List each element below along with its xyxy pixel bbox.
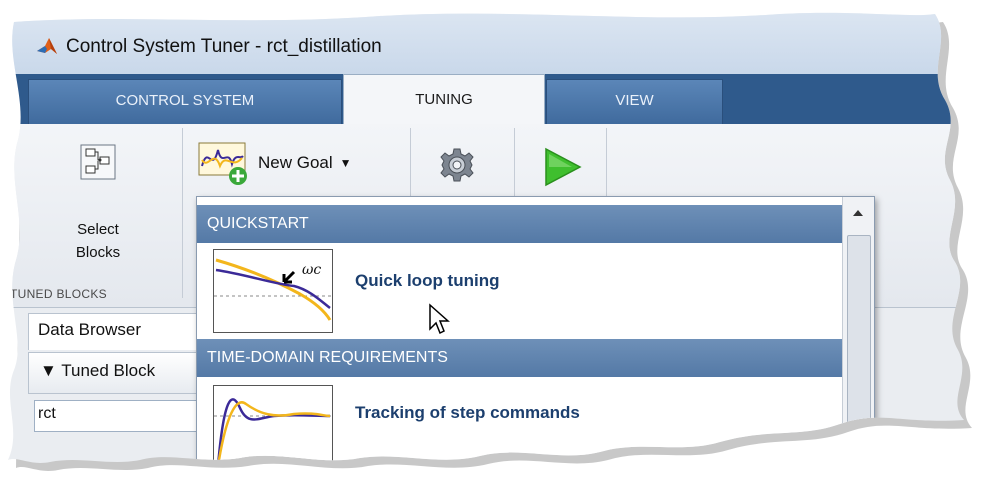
- menu-section-time-domain: TIME-DOMAIN REQUIREMENTS: [197, 339, 842, 377]
- gear-icon[interactable]: [440, 148, 474, 182]
- control-system-tuner-app: Control System Tuner - rct_distillation …: [0, 0, 981, 482]
- new-goal-menu: QUICKSTART ωc Quick loop tuning TIME-DOM…: [196, 196, 875, 488]
- menu-scrollbar-thumb[interactable]: [847, 235, 871, 487]
- new-goal-icon: [198, 140, 254, 186]
- tab-view[interactable]: VIEW: [546, 79, 723, 125]
- menu-item-quick-loop-tuning[interactable]: ωc Quick loop tuning: [197, 245, 842, 339]
- tuned-block-row[interactable]: [34, 400, 198, 432]
- tracking-step-label: Tracking of step commands: [355, 403, 580, 422]
- menu-item-tracking-step-commands[interactable]: Tracking of step commands: [197, 379, 842, 473]
- data-browser-label: Data Browser: [38, 320, 141, 339]
- quick-loop-tuning-thumbnail: ωc: [213, 249, 333, 333]
- menu-section-quickstart: QUICKSTART: [197, 205, 842, 243]
- tuned-blocks-label: ▼ Tuned Block: [40, 361, 156, 380]
- select-blocks-button[interactable]: Select Blocks: [58, 218, 138, 264]
- toolstrip-section-label: TUNED BLOCKS: [10, 287, 107, 301]
- app-window: Control System Tuner - rct_distillation …: [0, 0, 981, 482]
- select-blocks-icon[interactable]: [80, 144, 116, 180]
- play-icon[interactable]: [540, 145, 584, 189]
- title-bar: Control System Tuner - rct_distillation: [0, 0, 981, 74]
- new-goal-button[interactable]: New Goal ▼: [198, 140, 352, 186]
- select-blocks-label-line2: Blocks: [75, 244, 121, 261]
- omega-c-label: ωc: [302, 262, 321, 278]
- tab-control-system[interactable]: CONTROL SYSTEM: [28, 79, 342, 125]
- chevron-down-icon: ▼: [339, 156, 352, 170]
- mouse-cursor-icon: [428, 303, 456, 337]
- matlab-logo-icon: [35, 34, 59, 58]
- quick-loop-tuning-label: Quick loop tuning: [355, 271, 500, 290]
- tuned-block-row-text: rct: [38, 405, 56, 422]
- new-goal-label: New Goal: [258, 153, 333, 172]
- toolstrip-separator: [182, 128, 183, 298]
- window-title: Control System Tuner - rct_distillation: [66, 36, 382, 57]
- select-blocks-label-line1: Select: [77, 221, 119, 238]
- tracking-step-thumbnail: [213, 385, 333, 469]
- tab-tuning[interactable]: TUNING: [343, 74, 545, 125]
- scroll-up-arrow-icon[interactable]: [848, 203, 868, 223]
